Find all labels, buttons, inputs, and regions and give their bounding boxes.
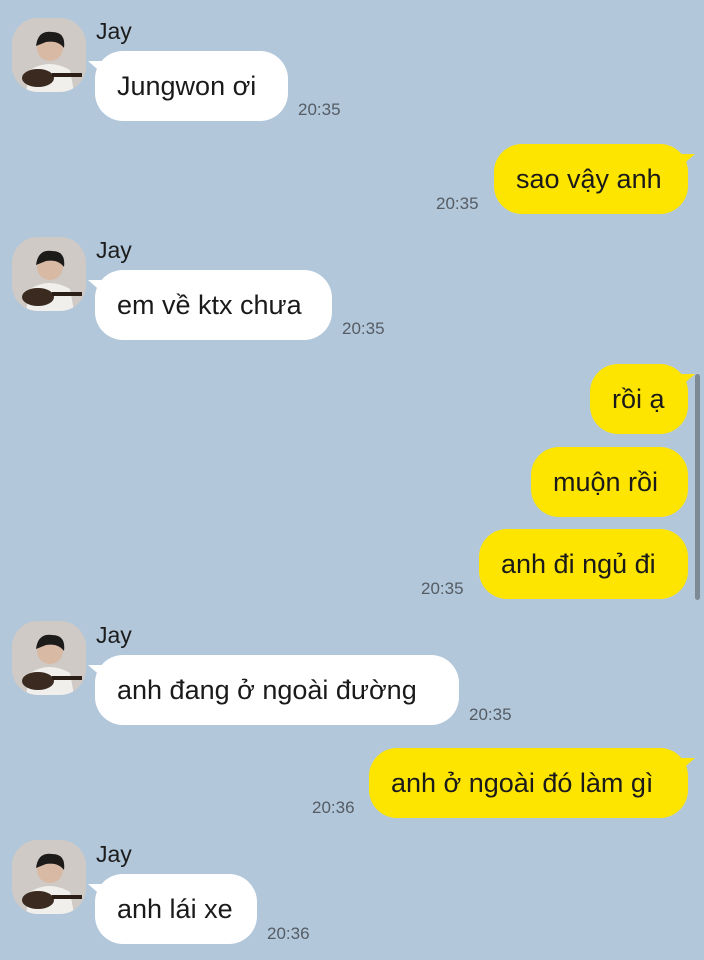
outgoing-message-bubble[interactable]: anh ở ngoài đó làm gì [369, 748, 695, 818]
profile-photo-icon [12, 840, 86, 914]
avatar[interactable] [12, 621, 86, 695]
incoming-message-bubble[interactable]: anh đang ở ngoài đường [88, 655, 459, 725]
avatar[interactable] [12, 18, 86, 92]
outgoing-message-bubble[interactable]: rồi ạ [590, 364, 695, 434]
sender-name: Jay [96, 622, 132, 648]
message-time: 20:36 [267, 924, 310, 943]
outgoing-message-bubble[interactable]: anh đi ngủ đi [479, 529, 688, 599]
outgoing-message-bubble[interactable]: muộn rồi [531, 447, 688, 517]
message-time: 20:35 [298, 100, 341, 119]
message-time: 20:35 [469, 705, 512, 724]
message-time: 20:35 [421, 579, 464, 598]
incoming-message-bubble[interactable]: Jungwon ơi [88, 51, 288, 121]
profile-photo-icon [12, 621, 86, 695]
outgoing-message-bubble[interactable]: sao vậy anh [494, 144, 695, 214]
message-time: 20:35 [436, 194, 479, 213]
message-time: 20:35 [342, 319, 385, 338]
avatar[interactable] [12, 237, 86, 311]
message-time: 20:36 [312, 798, 355, 817]
profile-photo-icon [12, 18, 86, 92]
avatar[interactable] [12, 840, 86, 914]
sender-name: Jay [96, 841, 132, 867]
profile-photo-icon [12, 237, 86, 311]
incoming-message-bubble[interactable]: em về ktx chưa [88, 270, 332, 340]
incoming-message-bubble[interactable]: anh lái xe [88, 874, 257, 944]
sender-name: Jay [96, 18, 132, 44]
scrollbar[interactable] [695, 374, 700, 600]
sender-name: Jay [96, 237, 132, 263]
